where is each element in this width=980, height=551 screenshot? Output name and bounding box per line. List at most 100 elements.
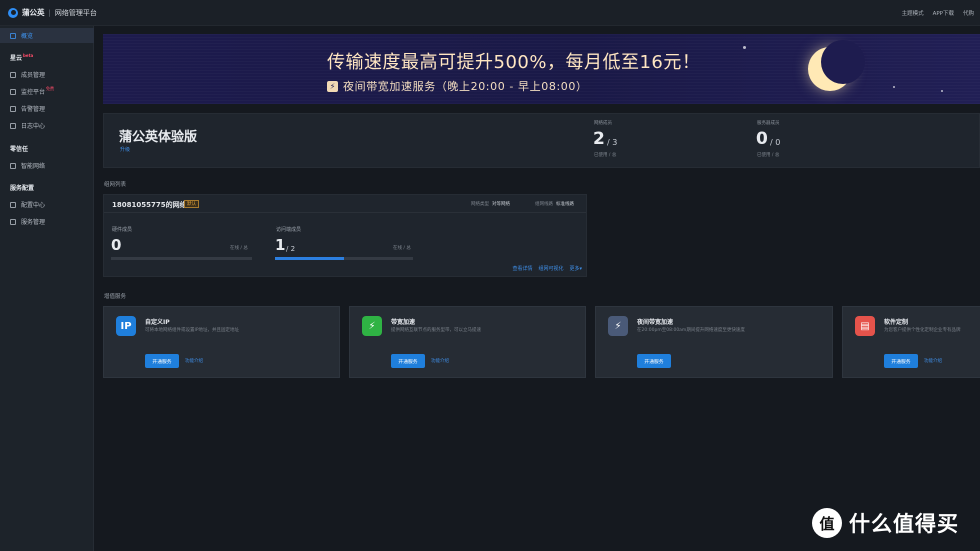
network-members-total: / 3 bbox=[607, 138, 618, 147]
theme-mode-link[interactable]: 主题模式 bbox=[902, 9, 924, 17]
smzdm-logo-icon: 值 bbox=[812, 508, 842, 538]
network-list-title: 组网列表 bbox=[104, 182, 127, 188]
star-decoration bbox=[743, 46, 746, 49]
ip-icon: IP bbox=[116, 316, 136, 336]
promo-banner[interactable]: 传输速度最高可提升500%，每月低至16元！ ⚡ 夜间带宽加速服务（晚上20:0… bbox=[103, 34, 980, 104]
lightning-icon: ⚡ bbox=[362, 316, 382, 336]
top-links: 主题模式 APP下载 代购 bbox=[902, 9, 974, 17]
sidebar-item-alerts[interactable]: 告警管理 bbox=[0, 101, 94, 116]
sidebar-group-zero-trust: 零信任 bbox=[10, 146, 29, 153]
app-download-link[interactable]: APP下载 bbox=[933, 9, 954, 17]
log-icon bbox=[10, 122, 16, 129]
watermark: 值 什么值得买 bbox=[812, 508, 959, 538]
activate-service-button[interactable]: 开通服务 bbox=[391, 354, 425, 368]
service-description: 在20:00pm至08:00am期间提升网络速度至更快速度 bbox=[637, 328, 745, 333]
free-tag: 免费 bbox=[46, 85, 55, 91]
app-window-icon: ▤ bbox=[855, 316, 875, 336]
server-members-total: / 0 bbox=[770, 138, 781, 147]
activate-service-button[interactable]: 开通服务 bbox=[145, 354, 179, 368]
plan-title: 蒲公英体验版 bbox=[119, 130, 198, 145]
network-card[interactable]: 18081055775的网络 默认 网络类型 对等网络 组网线路 标准线路 硬件成员… bbox=[103, 194, 587, 277]
service-title: 带宽加速 bbox=[391, 319, 416, 326]
server-members-label: 服务器成员 bbox=[757, 121, 780, 126]
more-dropdown[interactable]: 更多▾ bbox=[569, 265, 582, 272]
access-members-label: 访问端成员 bbox=[276, 227, 302, 233]
banner-subline: ⚡ 夜间带宽加速服务（晚上20:00 - 早上08:00） bbox=[327, 78, 588, 94]
service-title: 夜间带宽加速 bbox=[637, 319, 674, 326]
sidebar-item-overview[interactable]: 概览 bbox=[0, 28, 94, 43]
sidebar-item-smart-network[interactable]: 智能网络 bbox=[0, 158, 94, 173]
network-route: 组网线路 标准线路 bbox=[535, 202, 574, 207]
network-icon bbox=[10, 162, 16, 169]
sidebar: 概览 星云beta 成员管理 监控平台 免费 告警管理 日志中心 零信任 智能网络… bbox=[0, 26, 94, 551]
access-members-total: / 2 bbox=[286, 245, 296, 253]
network-name: 18081055775的网络 bbox=[112, 201, 187, 209]
sidebar-item-service-management[interactable]: 服务管理 bbox=[0, 214, 94, 229]
sidebar-item-label: 配置中心 bbox=[21, 202, 46, 209]
star-decoration bbox=[941, 90, 943, 92]
activate-service-button[interactable]: 开通服务 bbox=[884, 354, 918, 368]
service-title: 自定义IP bbox=[145, 319, 170, 326]
brand-logo[interactable]: 蒲公英 | 网络管理平台 bbox=[8, 7, 97, 18]
service-card-bandwidth: ⚡ 带宽加速 提供网络互联节点的服务型带，可以立马提速 开通服务 功能介绍 bbox=[349, 306, 586, 378]
banner-headline: 传输速度最高可提升500%，每月低至16元！ bbox=[327, 52, 701, 73]
sidebar-group-xingyun: 星云beta bbox=[10, 53, 34, 62]
monitor-icon bbox=[10, 88, 16, 95]
feature-intro-link[interactable]: 功能介绍 bbox=[431, 358, 449, 364]
hardware-progress-bar bbox=[111, 257, 252, 260]
star-decoration bbox=[893, 86, 895, 88]
feature-intro-link[interactable]: 功能介绍 bbox=[924, 358, 942, 364]
watermark-text: 什么值得买 bbox=[849, 512, 959, 536]
banner-subtitle: 夜间带宽加速服务（晚上20:00 - 早上08:00） bbox=[343, 80, 588, 93]
sidebar-item-label: 成员管理 bbox=[21, 72, 46, 79]
sidebar-item-logs[interactable]: 日志中心 bbox=[0, 118, 94, 133]
feature-intro-link[interactable]: 功能介绍 bbox=[185, 358, 203, 364]
sidebar-item-label: 告警管理 bbox=[21, 106, 46, 113]
beta-tag: beta bbox=[23, 53, 34, 58]
view-details-link[interactable]: 查看详情 bbox=[512, 265, 532, 272]
network-card-header: 18081055775的网络 默认 网络类型 对等网络 组网线路 标准线路 bbox=[104, 195, 586, 213]
service-card-custom-ip: IP 自定义IP 可将本地网络组件或设置IP地址，并且固定地址 开通服务 功能介… bbox=[103, 306, 340, 378]
access-progress-fill bbox=[275, 257, 344, 260]
activate-service-button[interactable]: 开通服务 bbox=[637, 354, 671, 368]
alert-icon bbox=[10, 105, 16, 112]
sidebar-item-config-center[interactable]: 配置中心 bbox=[0, 197, 94, 212]
sidebar-item-label: 概览 bbox=[21, 33, 34, 40]
service-card-night-bandwidth: ⚡ 夜间带宽加速 在20:00pm至08:00am期间提升网络速度至更快速度 开… bbox=[595, 306, 833, 378]
services-title: 增值服务 bbox=[104, 294, 127, 300]
sidebar-item-label: 日志中心 bbox=[21, 123, 46, 130]
service-title: 软件定制 bbox=[884, 319, 909, 326]
service-description: 为您客户提供个性化定制企业专有品牌 bbox=[884, 328, 961, 333]
access-online-caption: 在线 / 总 bbox=[393, 246, 411, 251]
purchase-link[interactable]: 代购 bbox=[963, 9, 974, 17]
sidebar-item-monitor[interactable]: 监控平台 免费 bbox=[0, 84, 94, 99]
sidebar-group-service: 服务配置 bbox=[10, 185, 35, 192]
default-badge: 默认 bbox=[184, 200, 199, 208]
sidebar-item-label: 智能网络 bbox=[21, 163, 46, 170]
dandelion-logo-icon bbox=[8, 7, 18, 18]
access-progress-bar bbox=[275, 257, 413, 260]
access-members-count: 1 bbox=[275, 236, 286, 254]
server-members-count: 0 bbox=[756, 129, 768, 149]
sidebar-item-label: 服务管理 bbox=[21, 219, 46, 226]
moon-shadow bbox=[821, 40, 865, 84]
sidebar-item-label: 监控平台 bbox=[21, 89, 46, 96]
network-members-label: 网络成员 bbox=[594, 121, 612, 126]
brand-name: 蒲公英 bbox=[22, 8, 45, 17]
service-card-software-custom: ▤ 软件定制 为您客户提供个性化定制企业专有品牌 开通服务 功能介绍 bbox=[842, 306, 980, 378]
network-type: 网络类型 对等网络 bbox=[471, 202, 510, 207]
night-lightning-icon: ⚡ bbox=[608, 316, 628, 336]
service-description: 提供网络互联节点的服务型带，可以立马提速 bbox=[391, 328, 481, 333]
brand-separator: | bbox=[48, 8, 51, 17]
network-visual-link[interactable]: 组网可视化 bbox=[538, 265, 563, 272]
network-members-count: 2 bbox=[593, 129, 605, 149]
upgrade-link[interactable]: 升级 bbox=[120, 146, 130, 153]
network-members-caption: 已使用 / 总 bbox=[594, 153, 617, 158]
hardware-members-label: 硬件成员 bbox=[112, 227, 133, 233]
lightning-icon: ⚡ bbox=[327, 80, 338, 92]
top-bar: 蒲公英 | 网络管理平台 主题模式 APP下载 代购 bbox=[0, 0, 980, 26]
plan-card: 蒲公英体验版 升级 网络成员 2 / 3 已使用 / 总 服务器成员 0 / 0… bbox=[103, 113, 980, 168]
home-icon bbox=[10, 32, 16, 39]
network-actions: 查看详情 组网可视化 更多▾ bbox=[512, 265, 582, 272]
sidebar-item-members[interactable]: 成员管理 bbox=[0, 67, 94, 82]
